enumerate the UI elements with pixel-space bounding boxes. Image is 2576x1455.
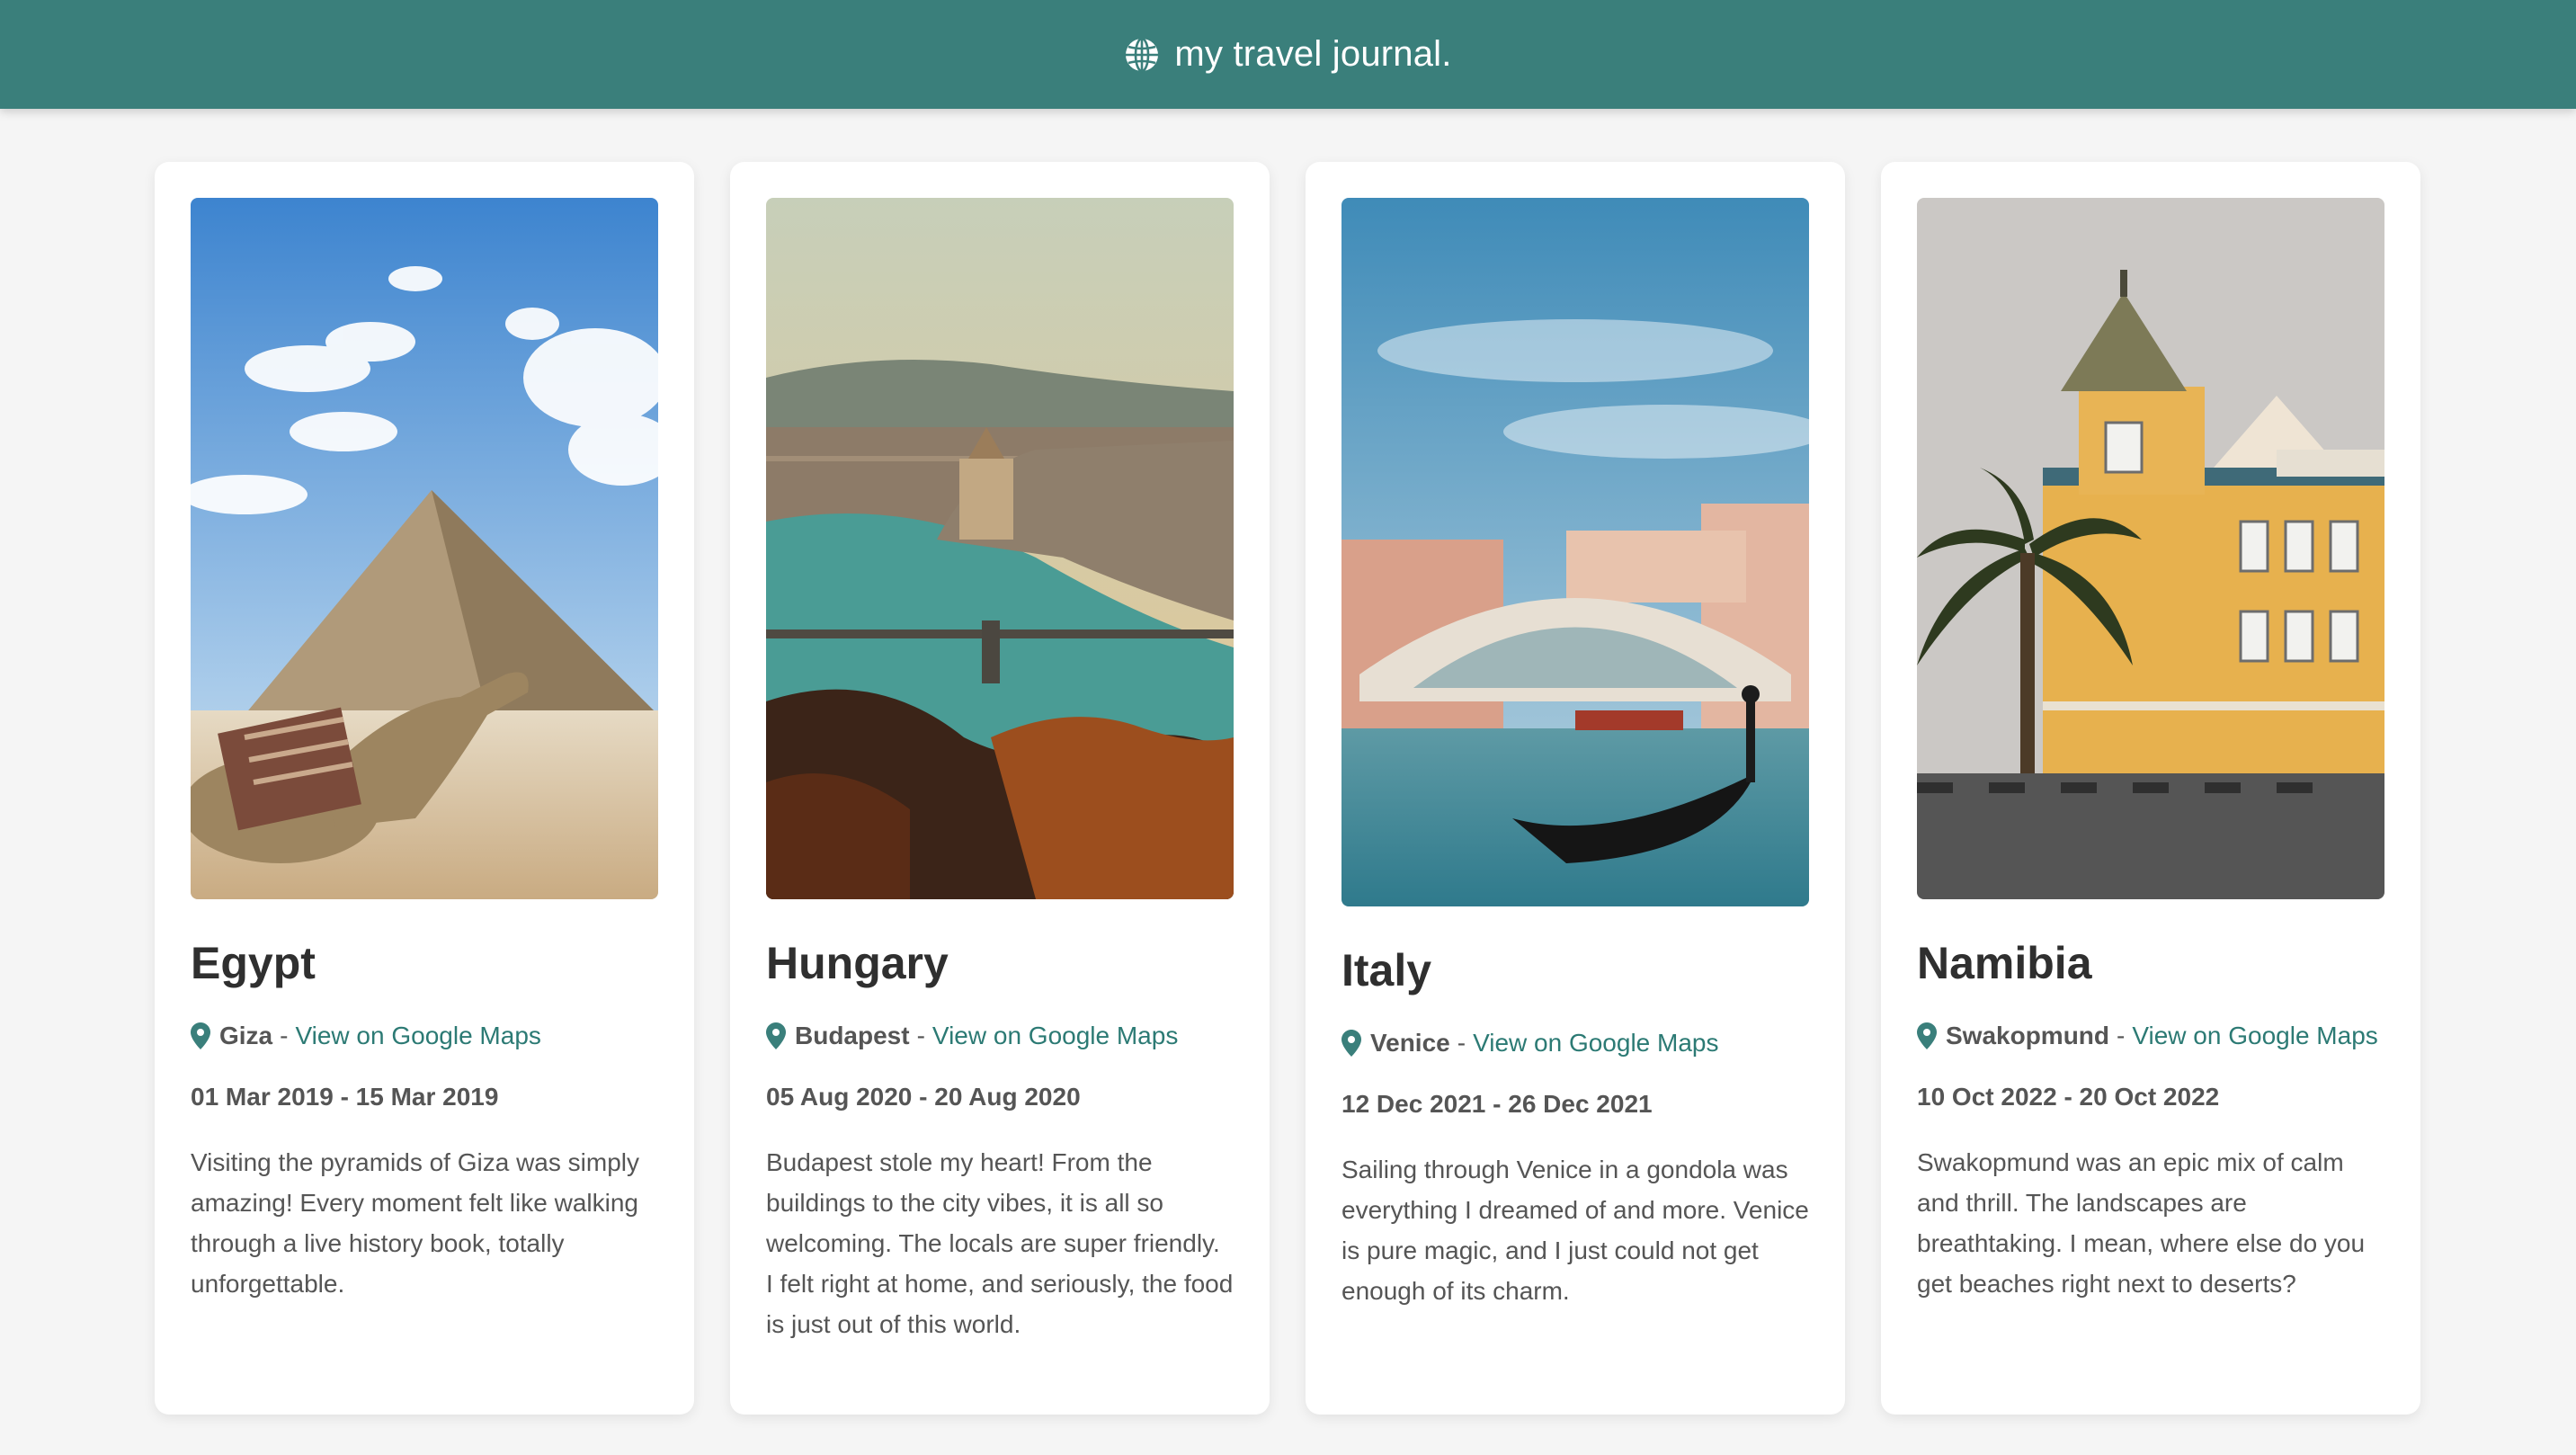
location-pin-icon	[191, 1022, 210, 1049]
entry-country: Hungary	[766, 938, 949, 988]
entry-dates: 01 Mar 2019 - 15 Mar 2019	[191, 1083, 499, 1111]
location-pin-icon	[1917, 1022, 1937, 1049]
entry-city: Budapest	[795, 1022, 910, 1049]
google-maps-link[interactable]: View on Google Maps	[932, 1022, 1178, 1050]
entry-dates: 05 Aug 2020 - 20 Aug 2020	[766, 1083, 1081, 1111]
separator: -	[1457, 1029, 1466, 1057]
entry-card-namibia: Namibia Swakopmund - View on Google Maps…	[1881, 162, 2420, 1415]
entry-description: Visiting the pyramids of Giza was simply…	[191, 1148, 639, 1298]
entry-description: Budapest stole my heart! From the buildi…	[766, 1148, 1234, 1338]
location-pin-icon	[1341, 1030, 1361, 1057]
location-pin-icon	[766, 1022, 786, 1049]
separator: -	[280, 1022, 289, 1049]
entry-country: Namibia	[1917, 938, 2092, 988]
separator: -	[2117, 1022, 2126, 1049]
entry-description: Sailing through Venice in a gondola was …	[1341, 1156, 1809, 1305]
entry-location: Swakopmund - View on Google Maps	[1917, 1022, 2384, 1050]
entry-city: Venice	[1370, 1029, 1450, 1057]
entry-location: Venice - View on Google Maps	[1341, 1029, 1809, 1058]
google-maps-link[interactable]: View on Google Maps	[2132, 1022, 2377, 1050]
journal-entries: Egypt Giza - View on Google Maps 01 Mar …	[155, 162, 2420, 1415]
entry-country: Egypt	[191, 938, 316, 988]
entry-photo	[1341, 198, 1809, 906]
page-title: my travel journal.	[1174, 34, 1452, 74]
entry-city: Giza	[219, 1022, 273, 1049]
entry-location: Giza - View on Google Maps	[191, 1022, 658, 1050]
entry-dates: 12 Dec 2021 - 26 Dec 2021	[1341, 1090, 1653, 1118]
entry-card-egypt: Egypt Giza - View on Google Maps 01 Mar …	[155, 162, 694, 1415]
entry-description: Swakopmund was an epic mix of calm and t…	[1917, 1148, 2366, 1298]
entry-photo	[191, 198, 658, 899]
entry-photo	[766, 198, 1234, 899]
globe-icon	[1126, 37, 1159, 72]
entry-photo	[1917, 198, 2384, 899]
separator: -	[916, 1022, 925, 1049]
entry-city: Swakopmund	[1946, 1022, 2110, 1049]
brand: my travel journal.	[1124, 34, 1451, 75]
google-maps-link[interactable]: View on Google Maps	[1473, 1029, 1718, 1058]
google-maps-link[interactable]: View on Google Maps	[295, 1022, 540, 1050]
entry-country: Italy	[1341, 945, 1432, 995]
entry-dates: 10 Oct 2022 - 20 Oct 2022	[1917, 1083, 2220, 1111]
entry-location: Budapest - View on Google Maps	[766, 1022, 1234, 1050]
app-header: my travel journal.	[0, 0, 2576, 109]
entry-card-italy: Italy Venice - View on Google Maps 12 De…	[1306, 162, 1845, 1415]
entry-card-hungary: Hungary Budapest - View on Google Maps 0…	[730, 162, 1270, 1415]
